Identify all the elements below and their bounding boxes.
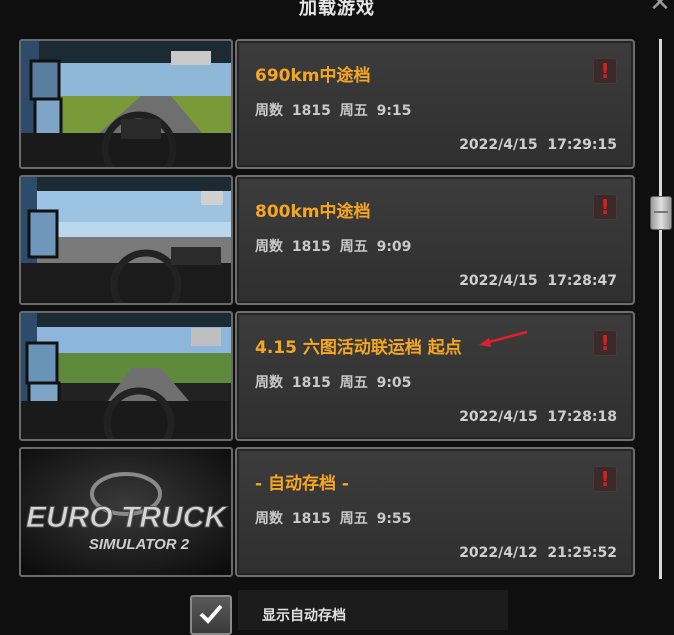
close-icon[interactable]: ✕ (648, 0, 672, 16)
save-name: 690km中途档 (255, 66, 371, 86)
save-info-card[interactable]: 800km中途档 周数 1815 周五 9:09 2022/4/15 17:28… (235, 175, 635, 305)
save-thumbnail (19, 175, 233, 305)
logo-text-line1: EURO TRUCK (26, 501, 228, 534)
save-thumbnail (19, 39, 233, 169)
show-autosave-checkbox[interactable] (190, 595, 232, 635)
save-thumbnail: EURO TRUCK SIMULATOR 2 (19, 447, 233, 577)
scrollbar-thumb[interactable] (650, 196, 672, 230)
save-timestamp: 2022/4/15 17:29:15 (459, 137, 617, 153)
save-timestamp: 2022/4/15 17:28:18 (459, 409, 617, 425)
save-row[interactable]: 690km中途档 周数 1815 周五 9:15 2022/4/15 17:29… (19, 39, 637, 169)
save-name: - 自动存档 - (255, 474, 349, 494)
save-row[interactable]: 4.15 六图活动联运档 起点 周数 1815 周五 9:05 2022/4/1… (19, 311, 637, 441)
annotation-arrow-icon (479, 330, 528, 347)
save-game-time: 周数 1815 周五 9:05 (255, 375, 412, 391)
save-row[interactable]: 800km中途档 周数 1815 周五 9:09 2022/4/15 17:28… (19, 175, 637, 305)
warning-icon[interactable]: ! (593, 466, 617, 492)
logo-text-line2: SIMULATOR 2 (89, 536, 190, 553)
save-name: 800km中途档 (255, 202, 371, 222)
save-timestamp: 2022/4/15 17:28:47 (459, 273, 617, 289)
save-game-time: 周数 1815 周五 9:09 (255, 239, 412, 255)
scrollbar-track[interactable] (659, 39, 662, 579)
save-name: 4.15 六图活动联运档 起点 (255, 338, 462, 358)
warning-icon[interactable]: ! (593, 330, 617, 356)
save-info-card[interactable]: - 自动存档 - 周数 1815 周五 9:55 2022/4/12 21:25… (235, 447, 635, 577)
dialog-title: 加载游戏 (299, 0, 375, 19)
save-game-time: 周数 1815 周五 9:55 (255, 511, 412, 527)
warning-icon[interactable]: ! (593, 58, 617, 84)
save-game-time: 周数 1815 周五 9:15 (255, 103, 412, 119)
checkmark-icon (199, 604, 223, 624)
show-autosave-label: 显示自动存档 (262, 608, 346, 624)
save-row[interactable]: EURO TRUCK SIMULATOR 2 - 自动存档 - 周数 1815 … (19, 447, 637, 577)
save-timestamp: 2022/4/12 21:25:52 (459, 545, 617, 561)
save-info-card[interactable]: 4.15 六图活动联运档 起点 周数 1815 周五 9:05 2022/4/1… (235, 311, 635, 441)
save-info-card[interactable]: 690km中途档 周数 1815 周五 9:15 2022/4/15 17:29… (235, 39, 635, 169)
save-thumbnail (19, 311, 233, 441)
warning-icon[interactable]: ! (593, 194, 617, 220)
